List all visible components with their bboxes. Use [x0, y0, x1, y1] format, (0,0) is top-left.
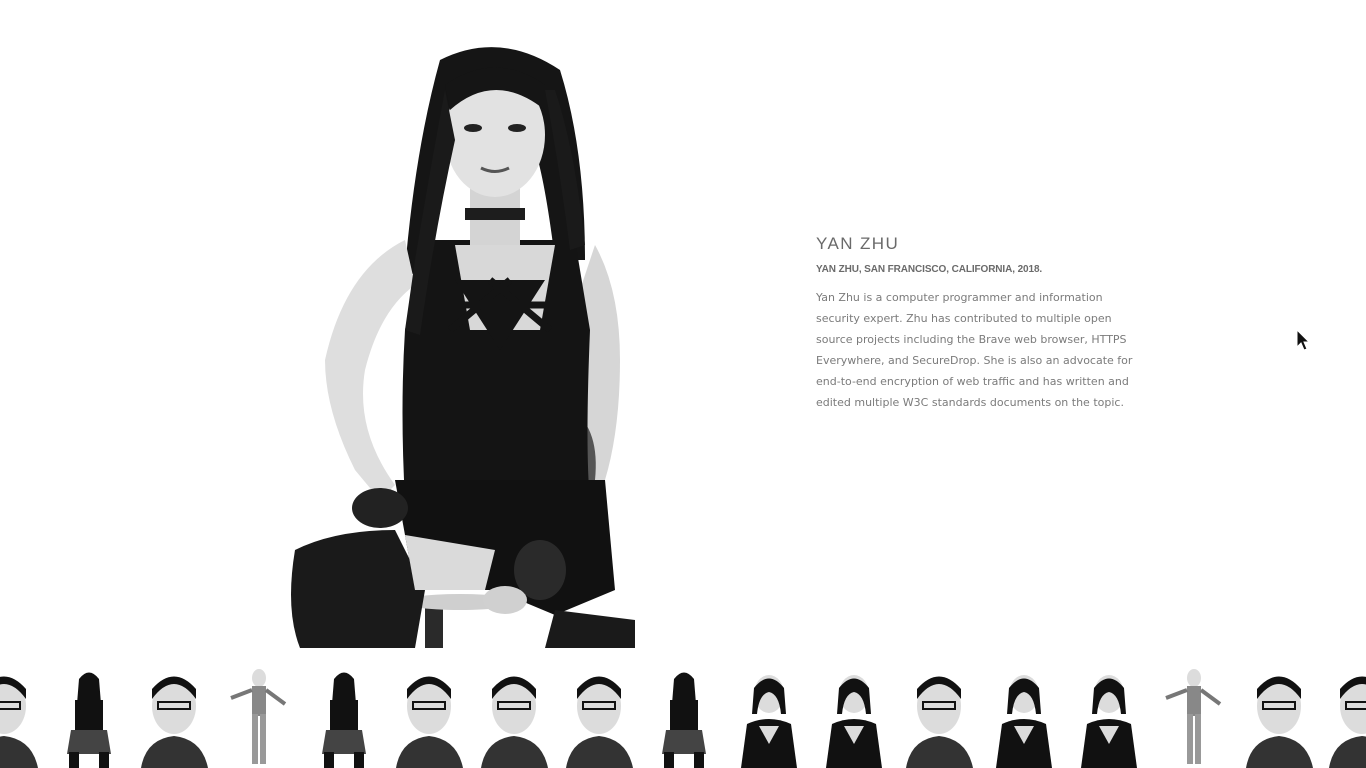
thumb-portrait-3[interactable] [136, 664, 213, 768]
person-name: YAN ZHU [816, 234, 900, 253]
thumb-portrait-9[interactable] [646, 664, 723, 768]
thumbnail-image [826, 675, 882, 768]
thumb-portrait-17[interactable] [1324, 664, 1366, 768]
thumbnail-image [230, 669, 287, 764]
thumbnail-image [481, 676, 548, 768]
thumbnail-image [566, 676, 633, 768]
thumbnail-image [67, 672, 111, 768]
thumbnail-image [141, 676, 208, 768]
profile-info: YAN ZHU YAN ZHU, SAN FRANCISCO, CALIFORN… [816, 234, 1146, 413]
photo-caption: YAN ZHU, SAN FRANCISCO, CALIFORNIA, 2018… [816, 264, 1043, 275]
thumbnail-image [906, 676, 973, 768]
mouse-cursor-icon [1296, 329, 1310, 351]
thumbnail-image [1329, 676, 1366, 768]
thumb-portrait-7[interactable] [476, 664, 553, 768]
portrait-figure [291, 47, 635, 648]
person-bio: Yan Zhu is a computer programmer and inf… [816, 291, 1133, 409]
thumbnail-image [396, 676, 463, 768]
thumbnail-image [741, 675, 797, 768]
thumb-portrait-1[interactable] [0, 664, 43, 768]
thumbnail-image [322, 672, 366, 768]
thumb-portrait-2[interactable] [51, 664, 128, 768]
thumb-portrait-6[interactable] [391, 664, 468, 768]
thumb-portrait-4[interactable] [221, 664, 298, 768]
thumb-portrait-14[interactable] [1071, 664, 1148, 768]
thumb-portrait-13[interactable] [986, 664, 1063, 768]
thumbnail-image [996, 675, 1052, 768]
thumb-portrait-10[interactable] [731, 664, 808, 768]
thumb-portrait-16[interactable] [1241, 664, 1318, 768]
thumb-portrait-12[interactable] [901, 664, 978, 768]
thumbnail-image [0, 676, 38, 768]
thumb-portrait-15[interactable] [1156, 664, 1233, 768]
thumbnail-image [662, 672, 706, 768]
thumbnail-image [1246, 676, 1313, 768]
thumbnail-image [1165, 669, 1222, 764]
thumb-portrait-5[interactable] [306, 664, 383, 768]
portrait-thumbnail-strip[interactable] [0, 664, 1366, 768]
thumb-portrait-11[interactable] [816, 664, 893, 768]
hero-portrait-photo [255, 30, 655, 648]
thumbnail-image [1081, 675, 1137, 768]
thumb-portrait-8[interactable] [561, 664, 638, 768]
